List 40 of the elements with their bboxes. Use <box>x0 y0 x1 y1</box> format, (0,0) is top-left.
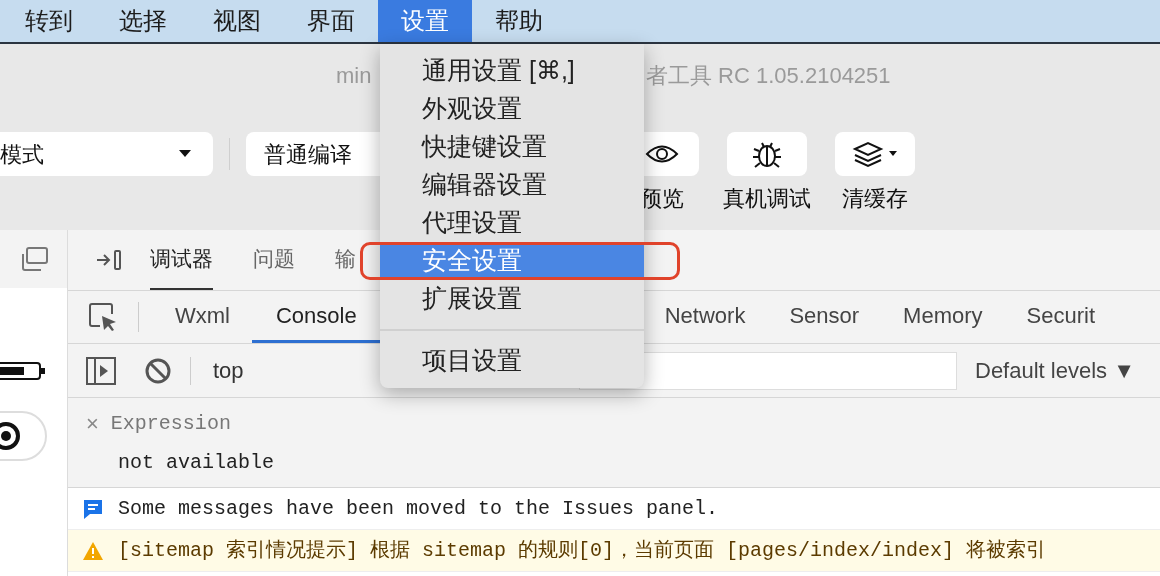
panel-tab[interactable]: 问题 <box>253 230 295 290</box>
clear-icon[interactable] <box>144 356 172 385</box>
menu-item[interactable]: 转到 <box>2 0 96 42</box>
tool-tab[interactable]: Memory <box>881 291 1005 343</box>
panel-tab[interactable]: 输 <box>335 230 356 290</box>
levels-dropdown[interactable]: Default levels ▼ <box>975 354 1135 387</box>
dock-icon[interactable] <box>95 248 123 272</box>
menu-item[interactable]: 界面 <box>284 0 378 42</box>
dropdown-item[interactable]: 项目设置 <box>380 342 644 380</box>
expression-value: not available <box>117 450 276 476</box>
eye-icon <box>645 143 679 165</box>
toolbar-button-label: 清缓存 <box>842 185 908 213</box>
toolbar-button-label: 真机调试 <box>723 185 811 213</box>
caret-icon <box>179 150 191 158</box>
window-title: 者工具 RC 1.05.2104251 <box>646 61 891 90</box>
inspect-icon[interactable] <box>88 302 118 332</box>
dropdown-item[interactable]: 通用设置 [⌘,] <box>380 52 644 90</box>
dropdown-item[interactable]: 外观设置 <box>380 90 644 128</box>
warning-icon <box>82 540 104 561</box>
tool-tab[interactable]: Wxml <box>153 291 252 343</box>
battery-icon <box>0 362 46 380</box>
menu-item[interactable]: 选择 <box>96 0 190 42</box>
tool-tab[interactable]: Securit <box>1004 291 1118 343</box>
tool-tab[interactable]: Sensor <box>767 291 882 343</box>
tool-tab[interactable]: Network <box>642 291 768 343</box>
layers-icon <box>851 140 899 168</box>
dropdown-item[interactable]: 代理设置 <box>380 204 644 242</box>
dropdown-item[interactable]: 扩展设置 <box>380 280 644 318</box>
warning-message: [sitemap 索引情况提示] 根据 sitemap 的规则[0]，当前页面 [pages/index/index] 将被索引 <box>68 530 1160 572</box>
expression-label: Expression <box>110 410 231 437</box>
menu-item[interactable]: 帮助 <box>472 0 566 42</box>
mode-select[interactable]: 模式 <box>0 132 213 176</box>
menu-item[interactable]: 设置 <box>378 0 472 42</box>
toolbar-button[interactable] <box>835 132 915 176</box>
message-icon <box>82 497 104 520</box>
toolbar-button[interactable] <box>727 132 807 176</box>
sidebar-toggle-icon[interactable] <box>86 356 116 385</box>
record-button-icon[interactable] <box>0 410 48 462</box>
menu-item[interactable]: 视图 <box>190 0 284 42</box>
window-title: min <box>336 62 372 88</box>
